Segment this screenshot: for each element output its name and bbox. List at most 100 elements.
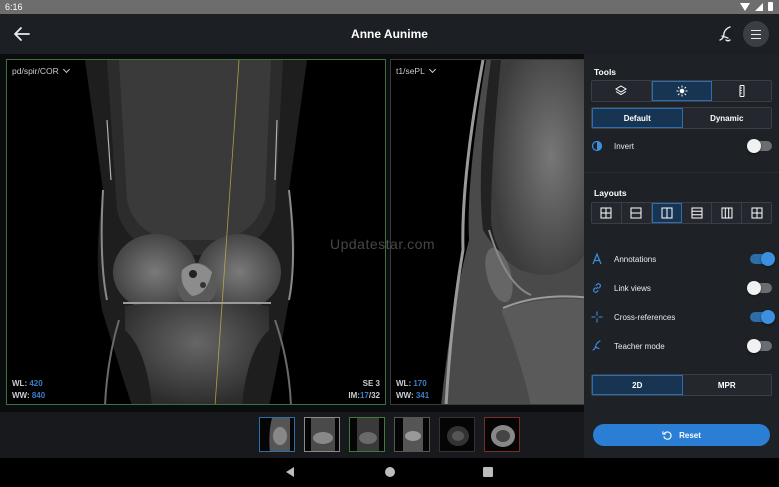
layout-2x1-icon xyxy=(661,207,673,219)
tool-tab-layers[interactable] xyxy=(592,81,652,101)
toggle-knob xyxy=(761,310,775,324)
nav-home-icon[interactable] xyxy=(385,467,395,477)
series-thumbnail[interactable] xyxy=(394,417,430,452)
layout-1x2-icon xyxy=(630,207,642,219)
reset-button[interactable]: Reset xyxy=(593,424,770,446)
status-bar: 6:16 xyxy=(0,0,779,14)
tools-panel: Tools Default Dynamic Invert Layouts Ann… xyxy=(584,54,779,458)
layouts-title: Layouts xyxy=(594,188,627,198)
ruler-icon xyxy=(739,85,745,97)
window-level-readout: WL: 420 xyxy=(12,379,43,388)
series-thumbnail[interactable] xyxy=(304,417,340,452)
series-thumbnail[interactable] xyxy=(259,417,295,452)
layout-option-2x2[interactable] xyxy=(592,203,622,223)
series-selector[interactable]: t1/sePL xyxy=(396,65,436,76)
menu-icon-line xyxy=(751,37,761,39)
layers-icon xyxy=(615,85,628,96)
option-row-teacher-mode[interactable]: Teacher mode xyxy=(591,338,772,354)
series-thumbnail[interactable] xyxy=(349,417,385,452)
option-row-annotations[interactable]: Annotations xyxy=(591,251,775,267)
im-current: 17 xyxy=(359,391,369,400)
option-label: Annotations xyxy=(614,254,657,264)
series-thumbnail[interactable] xyxy=(439,417,475,452)
layout-option-3-rows[interactable] xyxy=(682,203,713,223)
ww-label: WW: xyxy=(12,391,30,400)
viewport-sagittal[interactable]: t1/sePL WL: 170 WW: 341 xyxy=(390,59,590,405)
im-total: /32 xyxy=(368,391,380,400)
viewer-area: pd/spir/COR WL: 420 WW: 840 SE 3 IM:17/3… xyxy=(0,54,590,412)
nav-back-icon[interactable] xyxy=(286,467,294,477)
teacher-icon xyxy=(591,340,603,352)
preset-dynamic[interactable]: Dynamic xyxy=(682,108,771,128)
patient-name-title: Anne Aunime xyxy=(351,27,428,41)
teacher-mode-toggle[interactable] xyxy=(747,339,772,353)
layout-option-grid[interactable] xyxy=(742,203,771,223)
system-nav-bar xyxy=(0,458,779,487)
thumbnail-image xyxy=(269,418,290,451)
tool-tabs xyxy=(591,80,772,102)
thumbnail-image xyxy=(403,418,423,451)
cross-references-toggle[interactable] xyxy=(750,310,775,324)
series-label: pd/spir/COR xyxy=(12,66,59,76)
image-number: IM:17/32 xyxy=(348,391,380,400)
tool-tab-brightness[interactable] xyxy=(651,81,713,101)
option-label: Link views xyxy=(614,283,651,293)
wl-label: WL: xyxy=(12,379,28,388)
reset-icon xyxy=(662,430,672,440)
wl-label: WL: xyxy=(396,379,412,388)
reset-label: Reset xyxy=(679,430,701,440)
mode-2d[interactable]: 2D xyxy=(592,375,683,395)
chevron-down-icon xyxy=(428,65,436,74)
battery-icon xyxy=(768,2,773,11)
wl-value: 420 xyxy=(29,379,43,388)
thumbnail-image xyxy=(491,425,515,447)
brightness-icon xyxy=(676,85,688,97)
ww-value: 840 xyxy=(31,391,46,400)
thumbnail-image xyxy=(311,418,335,451)
invert-label: Invert xyxy=(614,141,635,151)
preset-tabs: Default Dynamic xyxy=(591,107,772,129)
layout-option-2x1[interactable] xyxy=(651,203,683,223)
teacher-mode-button[interactable] xyxy=(713,22,737,46)
tool-tab-measure[interactable] xyxy=(712,81,771,101)
invert-toggle[interactable] xyxy=(747,139,772,153)
link-views-toggle[interactable] xyxy=(747,281,772,295)
invert-row[interactable]: Invert xyxy=(591,138,772,154)
layout-option-1x2[interactable] xyxy=(621,203,652,223)
divider xyxy=(584,172,779,173)
menu-icon-line xyxy=(751,33,761,35)
layout-tabs xyxy=(591,202,772,224)
window-level-readout: WL: 170 xyxy=(396,379,427,388)
toggle-knob xyxy=(761,252,775,266)
preset-default[interactable]: Default xyxy=(592,108,683,128)
nav-recents-icon[interactable] xyxy=(483,467,493,477)
status-time: 6:16 xyxy=(5,2,23,12)
series-number: SE 3 xyxy=(362,379,380,388)
mode-mpr[interactable]: MPR xyxy=(682,375,771,395)
option-row-cross-references[interactable]: Cross-references xyxy=(591,309,775,325)
window-width-readout: WW: 840 xyxy=(12,391,45,400)
layout-grid-icon xyxy=(751,207,763,219)
toggle-knob xyxy=(747,139,761,153)
layout-option-3-cols[interactable] xyxy=(712,203,743,223)
chevron-down-icon xyxy=(62,65,70,74)
layout-3-cols-icon xyxy=(721,207,733,219)
window-width-readout: WW: 341 xyxy=(396,391,429,400)
option-label: Teacher mode xyxy=(614,341,665,351)
annotations-toggle[interactable] xyxy=(750,252,775,266)
menu-button[interactable] xyxy=(743,21,769,47)
series-thumbnail[interactable] xyxy=(484,417,520,452)
ww-label: WW: xyxy=(396,391,414,400)
layout-2x2-icon xyxy=(600,207,612,219)
viewport-coronal[interactable]: pd/spir/COR WL: 420 WW: 840 SE 3 IM:17/3… xyxy=(6,59,386,405)
im-label: IM: xyxy=(348,391,360,400)
app-bar: Anne Aunime xyxy=(0,14,779,54)
option-row-link-views[interactable]: Link views xyxy=(591,280,772,296)
series-label: t1/sePL xyxy=(396,66,425,76)
menu-icon xyxy=(751,29,761,31)
wifi-icon xyxy=(740,2,750,11)
ww-value: 341 xyxy=(415,391,430,400)
teacher-icon xyxy=(719,26,731,42)
series-selector[interactable]: pd/spir/COR xyxy=(12,65,70,76)
thumbnail-image xyxy=(357,418,379,451)
